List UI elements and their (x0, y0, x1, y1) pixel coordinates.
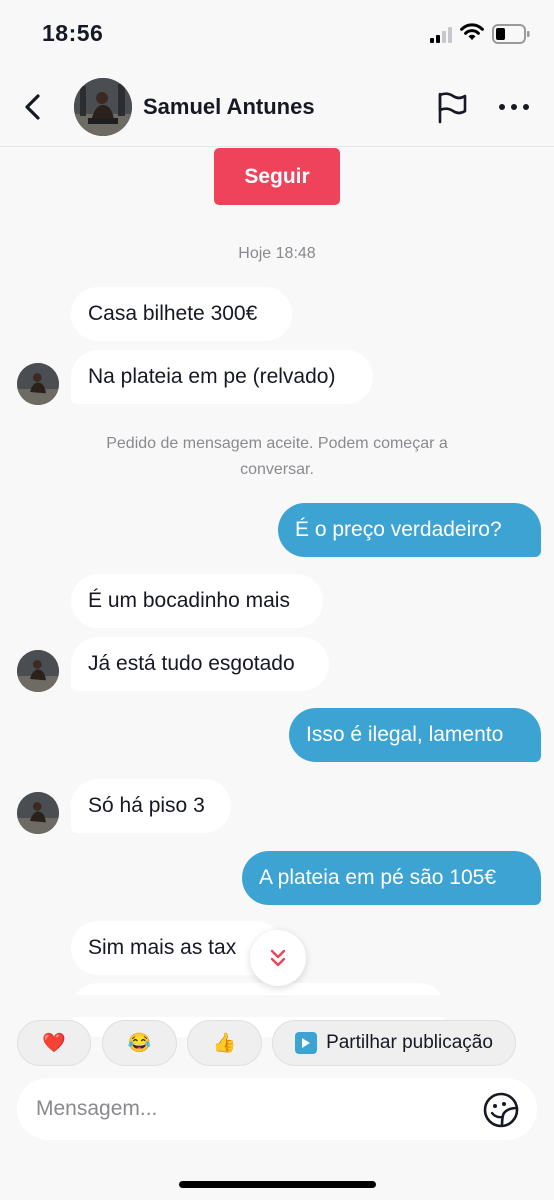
follow-button[interactable]: Seguir (214, 148, 340, 205)
message-bubble-incoming[interactable]: Só há piso 3 (71, 779, 231, 833)
message-bubble-outgoing[interactable]: A plateia em pé são 105€ (242, 851, 541, 905)
contact-name[interactable]: Samuel Antunes (143, 94, 315, 120)
status-time: 18:56 (42, 20, 104, 46)
chat-header: Samuel Antunes (0, 70, 554, 147)
reaction-laugh[interactable]: 😂 (102, 1020, 177, 1066)
message-bubble-outgoing[interactable]: É o preço verdadeiro? (278, 503, 541, 557)
message-list-clip (0, 995, 554, 1017)
quick-reactions-bar: ❤️ 😂 👍 Partilhar publicação (0, 1020, 554, 1068)
flag-icon[interactable] (434, 90, 468, 124)
sticker-smile-icon[interactable] (482, 1091, 520, 1129)
scroll-to-bottom-button[interactable] (250, 930, 306, 986)
home-indicator (179, 1181, 376, 1188)
conversation-timestamp: Hoje 18:48 (238, 245, 316, 262)
wifi-icon (460, 23, 484, 40)
play-icon (295, 1032, 318, 1054)
back-chevron-icon[interactable] (18, 90, 48, 124)
more-horizontal-icon[interactable] (498, 98, 530, 116)
double-chevron-down-icon (270, 949, 286, 967)
status-bar: 18:56 (0, 0, 554, 70)
message-bubble-incoming[interactable]: É um bocadinho mais (71, 574, 323, 628)
battery-icon (492, 24, 530, 44)
cellular-signal-icon (430, 27, 452, 43)
share-post-button[interactable]: Partilhar publicação (272, 1020, 516, 1066)
system-note: Pedido de mensagem aceite. Podem começar… (106, 435, 448, 478)
sender-avatar[interactable] (17, 650, 59, 692)
message-input-placeholder: Mensagem... (36, 1097, 158, 1120)
contact-avatar[interactable] (74, 78, 132, 136)
message-bubble-incoming[interactable]: Já está tudo esgotado (71, 637, 329, 691)
message-bubble-incoming[interactable]: Na plateia em pe (relvado) (71, 350, 373, 404)
message-input[interactable]: Mensagem... (17, 1078, 537, 1140)
sender-avatar[interactable] (17, 363, 59, 405)
reaction-heart[interactable]: ❤️ (17, 1020, 91, 1066)
reaction-thumbs-up[interactable]: 👍 (187, 1020, 262, 1066)
sender-avatar[interactable] (17, 792, 59, 834)
share-post-label: Partilhar publicação (326, 1032, 493, 1053)
message-bubble-incoming[interactable]: Casa bilhete 300€ (71, 287, 292, 341)
message-bubble-outgoing[interactable]: Isso é ilegal, lamento (289, 708, 541, 762)
